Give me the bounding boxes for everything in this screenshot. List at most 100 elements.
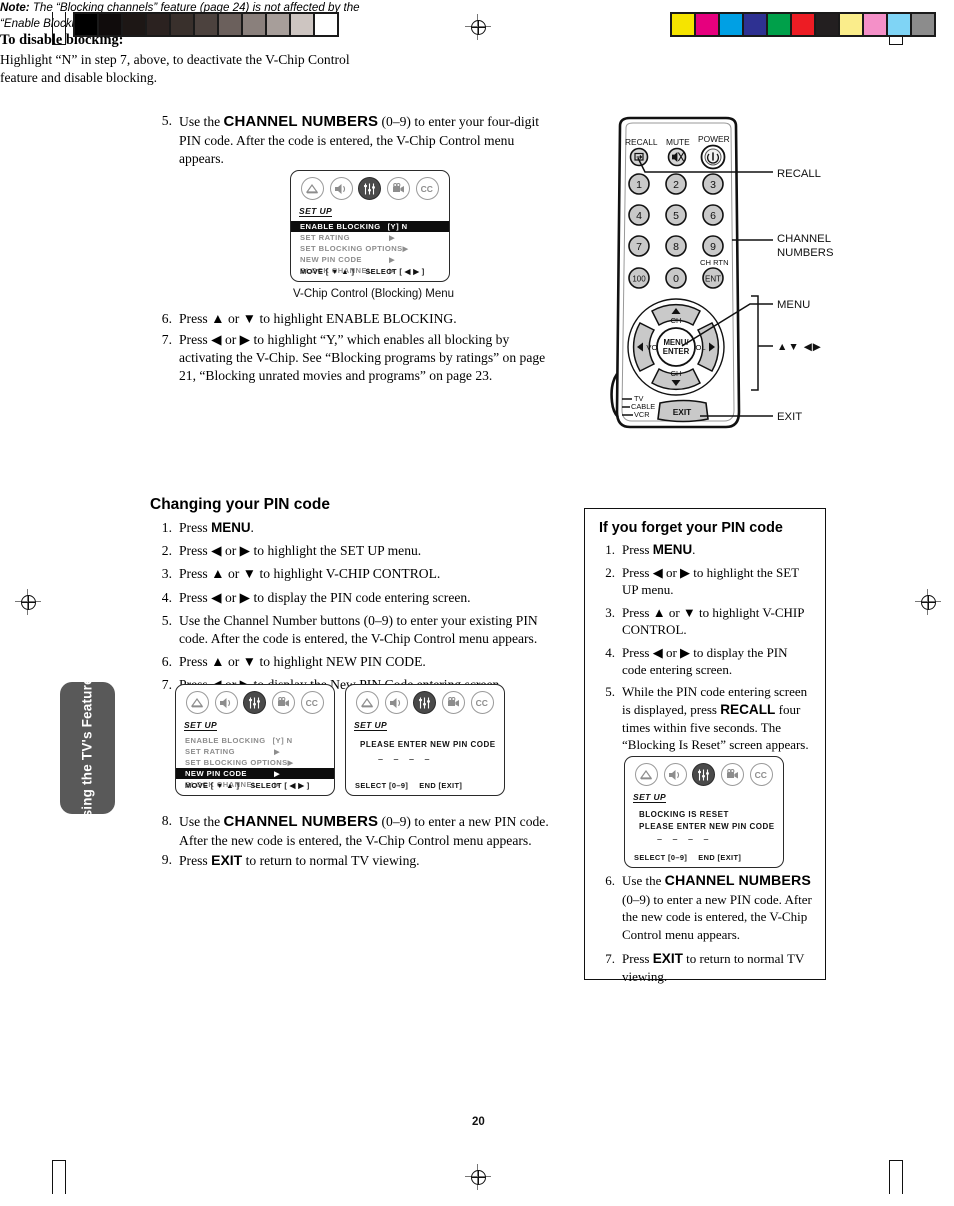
step-number: 3. [605,604,615,620]
step-text-pre: Press [179,520,212,535]
osd-blocking-is-reset-screen: CC SET UP BLOCKING IS RESET PLEASE ENTER… [624,756,784,868]
crop-mark-bottom-left-v [52,1160,54,1194]
list-item: 1. Press MENU. [595,541,813,559]
setup-icon [692,763,716,786]
step-5-bold: CHANNEL NUMBERS [223,113,379,130]
setup-icon [413,691,437,714]
setup-icon [358,177,382,200]
step-text-post: (0–9) to enter a new PIN code. After the… [622,892,812,942]
color-swatch [243,14,265,35]
step-text: Use the Channel Number buttons (0–9) to … [179,612,538,647]
step-number: 1. [161,520,172,535]
callout-channel-numbers-label: CHANNEL NUMBERS [777,233,834,260]
step-number: 2. [605,564,615,580]
step-6-number: 6. [161,311,172,326]
color-swatch [720,14,742,35]
step-text-bold: RECALL [720,701,776,717]
crop-mark-bottom-right-h [889,1160,903,1162]
step-text-bold: EXIT [652,951,683,967]
osd-footer-move: MOVE [ ▼ ▲ ] [185,781,240,790]
osd-row-enable-blocking[interactable]: ENABLE BLOCKING [Y] N [291,221,449,232]
callout-channel-numbers: CHANNEL NUMBERS [777,232,834,261]
pin-entry-field[interactable]: – – – – [378,754,504,764]
grayscale-calibration-bar [73,12,339,37]
color-swatch [816,14,838,35]
osd-footer: SELECT [0–9] END [EXIT] [355,781,462,790]
picture-icon [185,691,209,714]
video-icon [721,763,745,786]
svg-text:CC: CC [475,698,487,708]
changing-pin-steps: 1. Press MENU. 2. Press ◀ or ▶ to highli… [152,519,558,700]
color-swatch [840,14,862,35]
step-7: 7. Press ◀ or ▶ to highlight “Y,” which … [152,331,552,391]
chevron-right-icon: ▶ [274,748,280,756]
list-item: 2. Press ◀ or ▶ to highlight the SET UP … [595,564,813,599]
closed-caption-icon: CC [416,177,440,200]
list-item: 5. Use the Channel Number buttons (0–9) … [152,612,558,648]
osd-row-new-pin-code[interactable]: NEW PIN CODE ▶ [176,768,334,779]
osd-icon-row: CC [176,685,334,715]
step-text-post: . [250,520,254,535]
step-5-number: 5. [161,113,172,128]
osd-row-new-pin-code[interactable]: NEW PIN CODE ▶ [291,254,449,265]
step-number: 1. [605,542,615,557]
osd-row-set-rating[interactable]: SET RATING ▶ [291,232,449,243]
osd-setup-label: SET UP [299,206,333,217]
osd-vchip-menu-new-pin-selected: CC SET UP ENABLE BLOCKING [Y] N SET RATI… [175,684,335,796]
audio-icon [214,691,238,714]
crop-mark-top-left-v2 [65,12,67,45]
color-swatch [768,14,790,35]
forgot-pin-steps: 1. Press MENU. 2. Press ◀ or ▶ to highli… [595,541,813,754]
note-label: Note: [0,1,30,14]
color-swatch [696,14,718,35]
step-number: 3. [161,566,172,582]
callout-menu: MENU [777,299,811,311]
step-number: 6. [605,873,615,888]
pin-entry-field[interactable]: – – – – [657,834,783,844]
osd-footer: MOVE [ ▼ ▲ ] SELECT [ ◀ ▶ ] [185,781,310,790]
osd-icon-row: CC [291,171,449,201]
color-swatch [219,14,241,35]
step-text-bold: MENU [211,520,251,535]
step-text: Press ▲ or ▼ to highlight V-CHIP CONTROL… [179,566,441,582]
osd-row-label: SET RATING [300,233,350,242]
osd-row-set-blocking-options[interactable]: SET BLOCKING OPTIONS ▶ [176,757,334,768]
osd-row-label: SET BLOCKING OPTIONS [300,244,403,253]
osd-row-set-blocking-options[interactable]: SET BLOCKING OPTIONS ▶ [291,243,449,254]
osd-row-value: [Y] N [387,222,408,231]
callout-arrows: ▲▼ ◀▶ [777,341,822,353]
osd-row-label: SET BLOCKING OPTIONS [185,758,288,767]
crop-mark-top-left-v [52,12,54,45]
step-text: Press ◀ or ▶ to display the PIN code ent… [179,589,471,605]
step-9-number: 9. [161,852,172,867]
step-text: Press ◀ or ▶ to highlight the SET UP men… [622,564,799,598]
osd-row-value: [Y] N [272,736,293,745]
step-text-pre: Press [622,951,653,967]
crop-mark-top-left-h [52,44,66,46]
osd-footer-select: SELECT [0–9] [355,781,409,790]
step-8: 8. Use the CHANNEL NUMBERS (0–9) to ente… [152,812,556,855]
disable-blocking-text: Highlight “N” in step 7, above, to deact… [0,51,350,85]
forgot-pin-title: If you forget your PIN code [599,520,783,536]
osd-row-enable-blocking[interactable]: ENABLE BLOCKING [Y] N [176,735,334,746]
color-swatch [315,14,337,35]
step-number: 4. [605,644,615,660]
color-swatch [123,14,145,35]
list-item: 5. While the PIN code entering screen is… [595,683,813,753]
list-item: 3. Press ▲ or ▼ to highlight V-CHIP CONT… [595,604,813,639]
color-swatch [147,14,169,35]
list-item: 1. Press MENU. [152,519,558,537]
color-swatch [75,14,97,35]
chevron-right-icon: ▶ [389,234,395,242]
osd-row-label: SET RATING [185,747,235,756]
forgot-pin-steps-after: 6. Use the CHANNEL NUMBERS (0–9) to ente… [595,872,817,991]
color-calibration-bar [670,12,936,37]
step-8-bold: CHANNEL NUMBERS [223,813,379,830]
crop-mark-bottom-left-v2 [65,1160,67,1194]
osd-footer-select: SELECT [0–9] [634,853,688,862]
registration-mark-bottom [465,1164,491,1190]
list-item: 4. Press ◀ or ▶ to display the PIN code … [152,589,558,607]
osd-message-line1: BLOCKING IS RESET [639,810,729,819]
osd-row-set-rating[interactable]: SET RATING ▶ [176,746,334,757]
step-9-pre: Press [179,853,212,868]
